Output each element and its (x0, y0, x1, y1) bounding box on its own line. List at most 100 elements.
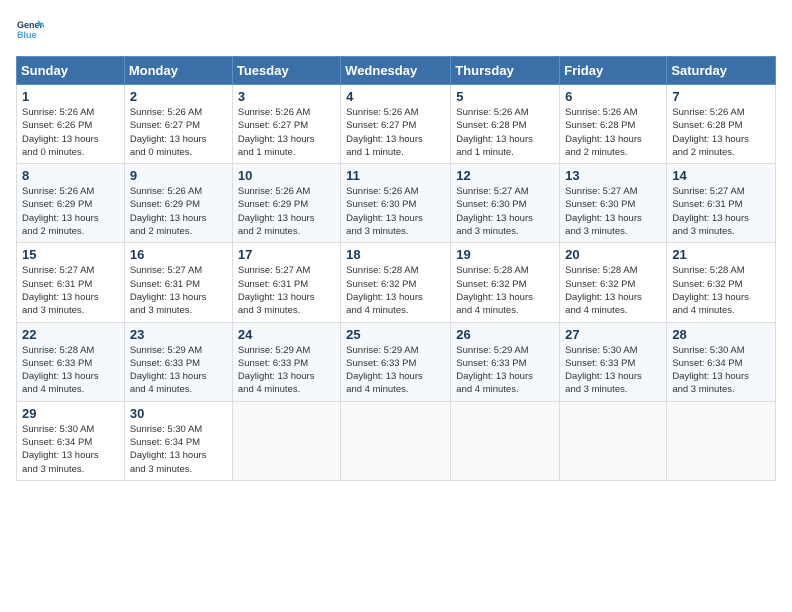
day-number: 5 (456, 89, 554, 104)
weekday-header-saturday: Saturday (667, 57, 776, 85)
day-info: Sunrise: 5:28 AM Sunset: 6:32 PM Dayligh… (346, 264, 445, 317)
calendar-day-cell: 24 Sunrise: 5:29 AM Sunset: 6:33 PM Dayli… (232, 322, 340, 401)
weekday-header-sunday: Sunday (17, 57, 125, 85)
day-info: Sunrise: 5:30 AM Sunset: 6:33 PM Dayligh… (565, 344, 661, 397)
day-number: 11 (346, 168, 445, 183)
calendar-day-cell: 14 Sunrise: 5:27 AM Sunset: 6:31 PM Dayli… (667, 164, 776, 243)
calendar-day-cell: 4 Sunrise: 5:26 AM Sunset: 6:27 PM Daylig… (341, 85, 451, 164)
calendar-day-cell: 22 Sunrise: 5:28 AM Sunset: 6:33 PM Dayli… (17, 322, 125, 401)
weekday-header-tuesday: Tuesday (232, 57, 340, 85)
day-info: Sunrise: 5:30 AM Sunset: 6:34 PM Dayligh… (672, 344, 770, 397)
calendar-week-4: 22 Sunrise: 5:28 AM Sunset: 6:33 PM Dayli… (17, 322, 776, 401)
calendar-day-cell: 30Sunrise: 5:30 AM Sunset: 6:34 PM Dayli… (124, 401, 232, 480)
day-number: 27 (565, 327, 661, 342)
weekday-header-monday: Monday (124, 57, 232, 85)
day-info: Sunrise: 5:29 AM Sunset: 6:33 PM Dayligh… (456, 344, 554, 397)
day-info: Sunrise: 5:26 AM Sunset: 6:29 PM Dayligh… (130, 185, 227, 238)
calendar-day-cell: 18 Sunrise: 5:28 AM Sunset: 6:32 PM Dayli… (341, 243, 451, 322)
day-number: 3 (238, 89, 335, 104)
day-info: Sunrise: 5:26 AM Sunset: 6:28 PM Dayligh… (456, 106, 554, 159)
day-number: 4 (346, 89, 445, 104)
day-number: 29 (22, 406, 119, 421)
weekday-header-thursday: Thursday (451, 57, 560, 85)
day-info: Sunrise: 5:29 AM Sunset: 6:33 PM Dayligh… (238, 344, 335, 397)
calendar-day-cell: 20Sunrise: 5:28 AM Sunset: 6:32 PM Dayli… (560, 243, 667, 322)
day-info: Sunrise: 5:26 AM Sunset: 6:27 PM Dayligh… (346, 106, 445, 159)
day-number: 19 (456, 247, 554, 262)
calendar-day-cell: 19 Sunrise: 5:28 AM Sunset: 6:32 PM Dayli… (451, 243, 560, 322)
calendar-day-cell: 13Sunrise: 5:27 AM Sunset: 6:30 PM Dayli… (560, 164, 667, 243)
calendar-day-cell: 21Sunrise: 5:28 AM Sunset: 6:32 PM Dayli… (667, 243, 776, 322)
day-info: Sunrise: 5:27 AM Sunset: 6:31 PM Dayligh… (238, 264, 335, 317)
day-info: Sunrise: 5:29 AM Sunset: 6:33 PM Dayligh… (346, 344, 445, 397)
calendar-day-cell (341, 401, 451, 480)
day-number: 28 (672, 327, 770, 342)
day-number: 9 (130, 168, 227, 183)
day-info: Sunrise: 5:28 AM Sunset: 6:32 PM Dayligh… (456, 264, 554, 317)
calendar-day-cell (232, 401, 340, 480)
calendar-header: SundayMondayTuesdayWednesdayThursdayFrid… (17, 57, 776, 85)
day-number: 22 (22, 327, 119, 342)
calendar-day-cell: 15 Sunrise: 5:27 AM Sunset: 6:31 PM Dayli… (17, 243, 125, 322)
logo-icon: General Blue (16, 16, 44, 44)
day-number: 7 (672, 89, 770, 104)
day-info: Sunrise: 5:27 AM Sunset: 6:30 PM Dayligh… (456, 185, 554, 238)
day-number: 17 (238, 247, 335, 262)
calendar-day-cell: 1 Sunrise: 5:26 AM Sunset: 6:26 PM Daylig… (17, 85, 125, 164)
calendar-day-cell: 25 Sunrise: 5:29 AM Sunset: 6:33 PM Dayli… (341, 322, 451, 401)
day-number: 10 (238, 168, 335, 183)
calendar-day-cell: 23 Sunrise: 5:29 AM Sunset: 6:33 PM Dayli… (124, 322, 232, 401)
day-info: Sunrise: 5:30 AM Sunset: 6:34 PM Dayligh… (22, 423, 119, 476)
day-info: Sunrise: 5:27 AM Sunset: 6:31 PM Dayligh… (672, 185, 770, 238)
day-number: 18 (346, 247, 445, 262)
svg-text:Blue: Blue (17, 30, 37, 40)
calendar-day-cell: 6 Sunrise: 5:26 AM Sunset: 6:28 PM Daylig… (560, 85, 667, 164)
calendar-day-cell: 17 Sunrise: 5:27 AM Sunset: 6:31 PM Dayli… (232, 243, 340, 322)
calendar-table: SundayMondayTuesdayWednesdayThursdayFrid… (16, 56, 776, 481)
calendar-day-cell (451, 401, 560, 480)
calendar-day-cell (560, 401, 667, 480)
day-number: 15 (22, 247, 119, 262)
calendar-day-cell: 5 Sunrise: 5:26 AM Sunset: 6:28 PM Daylig… (451, 85, 560, 164)
day-number: 23 (130, 327, 227, 342)
day-number: 6 (565, 89, 661, 104)
calendar-day-cell: 28 Sunrise: 5:30 AM Sunset: 6:34 PM Dayli… (667, 322, 776, 401)
day-number: 20 (565, 247, 661, 262)
calendar-day-cell: 2 Sunrise: 5:26 AM Sunset: 6:27 PM Daylig… (124, 85, 232, 164)
calendar-day-cell: 7 Sunrise: 5:26 AM Sunset: 6:28 PM Daylig… (667, 85, 776, 164)
calendar-day-cell: 10 Sunrise: 5:26 AM Sunset: 6:29 PM Dayli… (232, 164, 340, 243)
calendar-day-cell (667, 401, 776, 480)
day-info: Sunrise: 5:26 AM Sunset: 6:30 PM Dayligh… (346, 185, 445, 238)
weekday-header-friday: Friday (560, 57, 667, 85)
day-number: 1 (22, 89, 119, 104)
day-number: 12 (456, 168, 554, 183)
day-number: 24 (238, 327, 335, 342)
day-info: Sunrise: 5:27 AM Sunset: 6:31 PM Dayligh… (22, 264, 119, 317)
day-info: Sunrise: 5:26 AM Sunset: 6:29 PM Dayligh… (238, 185, 335, 238)
day-number: 26 (456, 327, 554, 342)
day-info: Sunrise: 5:27 AM Sunset: 6:30 PM Dayligh… (565, 185, 661, 238)
day-number: 14 (672, 168, 770, 183)
day-number: 30 (130, 406, 227, 421)
day-info: Sunrise: 5:26 AM Sunset: 6:28 PM Dayligh… (672, 106, 770, 159)
calendar-week-2: 8 Sunrise: 5:26 AM Sunset: 6:29 PM Daylig… (17, 164, 776, 243)
day-info: Sunrise: 5:26 AM Sunset: 6:27 PM Dayligh… (130, 106, 227, 159)
day-number: 25 (346, 327, 445, 342)
calendar-day-cell: 3Sunrise: 5:26 AM Sunset: 6:27 PM Daylig… (232, 85, 340, 164)
calendar-day-cell: 12 Sunrise: 5:27 AM Sunset: 6:30 PM Dayli… (451, 164, 560, 243)
day-number: 8 (22, 168, 119, 183)
day-number: 16 (130, 247, 227, 262)
calendar-day-cell: 11 Sunrise: 5:26 AM Sunset: 6:30 PM Dayli… (341, 164, 451, 243)
day-number: 2 (130, 89, 227, 104)
day-info: Sunrise: 5:26 AM Sunset: 6:26 PM Dayligh… (22, 106, 119, 159)
day-info: Sunrise: 5:28 AM Sunset: 6:33 PM Dayligh… (22, 344, 119, 397)
day-number: 21 (672, 247, 770, 262)
calendar-day-cell: 27 Sunrise: 5:30 AM Sunset: 6:33 PM Dayli… (560, 322, 667, 401)
day-info: Sunrise: 5:29 AM Sunset: 6:33 PM Dayligh… (130, 344, 227, 397)
weekday-header-wednesday: Wednesday (341, 57, 451, 85)
calendar-week-5: 29 Sunrise: 5:30 AM Sunset: 6:34 PM Dayli… (17, 401, 776, 480)
day-info: Sunrise: 5:26 AM Sunset: 6:28 PM Dayligh… (565, 106, 661, 159)
calendar-week-3: 15 Sunrise: 5:27 AM Sunset: 6:31 PM Dayli… (17, 243, 776, 322)
logo: General Blue (16, 16, 48, 44)
calendar-day-cell: 9 Sunrise: 5:26 AM Sunset: 6:29 PM Daylig… (124, 164, 232, 243)
